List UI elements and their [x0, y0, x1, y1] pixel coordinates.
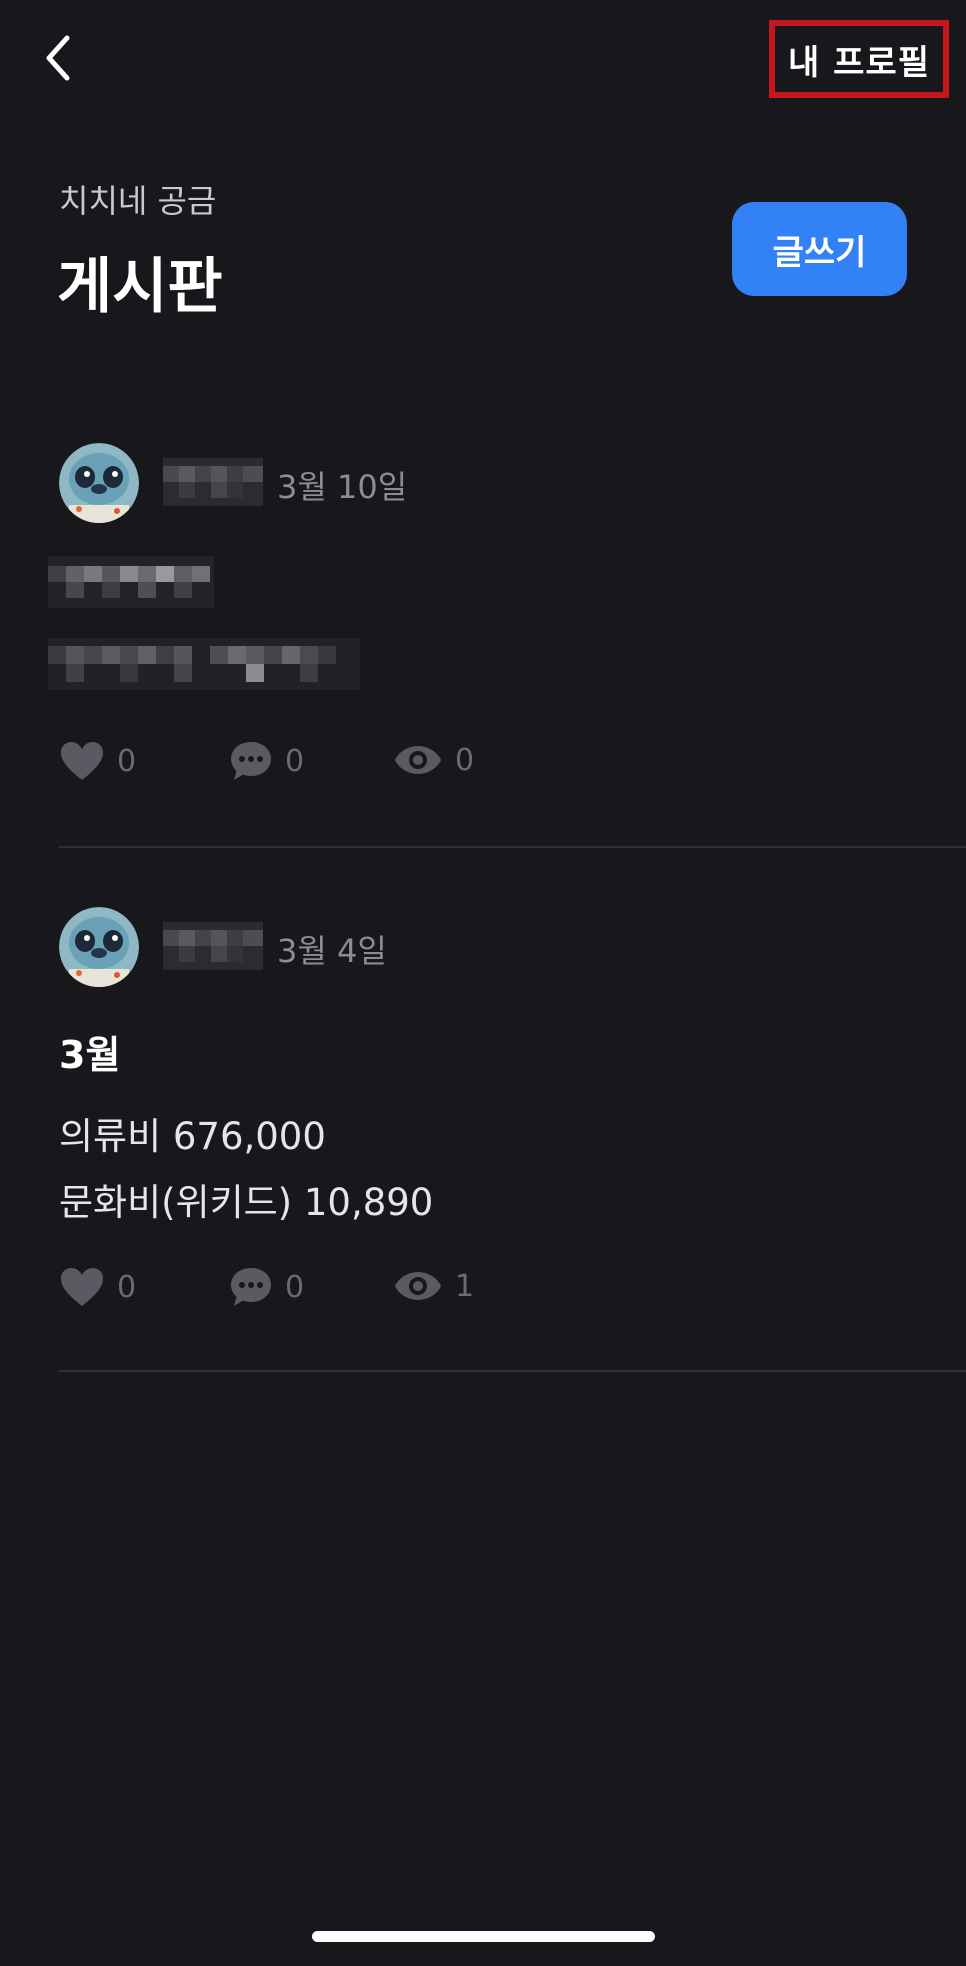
- avatar: [59, 907, 139, 987]
- post-divider: [59, 1370, 966, 1372]
- like-count: 0: [117, 743, 137, 779]
- comment-count: 0: [285, 743, 305, 779]
- post-title: 3월: [59, 1033, 121, 1077]
- view-count: 0: [455, 742, 475, 778]
- eye-icon: [395, 1272, 441, 1300]
- comment-stat[interactable]: 0: [229, 740, 304, 782]
- like-count: 0: [117, 1269, 137, 1305]
- eye-icon: [395, 746, 441, 774]
- avatar: [59, 443, 139, 523]
- post-divider: [59, 846, 966, 848]
- avatar-image: [59, 443, 139, 523]
- page-title: 게시판: [57, 252, 223, 322]
- like-stat[interactable]: 0: [59, 1266, 136, 1308]
- comment-icon: [231, 1268, 271, 1306]
- post-body-redacted: [48, 638, 360, 690]
- heart-icon: [61, 1268, 103, 1306]
- comment-icon: [231, 742, 271, 780]
- post-date: 3월 4일: [277, 932, 387, 970]
- avatar-image: [59, 907, 139, 987]
- view-stat: 0: [393, 740, 474, 780]
- comment-count: 0: [285, 1269, 305, 1305]
- post-body-line: 문화비(위키드) 10,890: [59, 1181, 434, 1224]
- view-stat: 1: [393, 1266, 474, 1306]
- heart-icon: [61, 742, 103, 780]
- my-profile-button[interactable]: 내 프로필: [769, 20, 949, 98]
- board-screen: 내 프로필 치치네 공금 게시판 글쓰기 3월 10일 0 0 0 3월 4일 …: [0, 0, 966, 1966]
- author-name-redacted: [163, 458, 263, 506]
- post-body-line: 의류비 676,000: [59, 1115, 326, 1158]
- board-subtitle: 치치네 공금: [59, 182, 217, 220]
- like-stat[interactable]: 0: [59, 740, 136, 782]
- back-button[interactable]: [34, 30, 82, 86]
- post-date: 3월 10일: [277, 468, 408, 506]
- chevron-left-icon: [46, 35, 70, 81]
- post-title-redacted: [48, 556, 214, 608]
- author-name-redacted: [163, 922, 263, 970]
- home-indicator[interactable]: [312, 1931, 655, 1942]
- comment-stat[interactable]: 0: [229, 1266, 304, 1308]
- view-count: 1: [455, 1268, 475, 1304]
- write-post-button[interactable]: 글쓰기: [732, 202, 907, 296]
